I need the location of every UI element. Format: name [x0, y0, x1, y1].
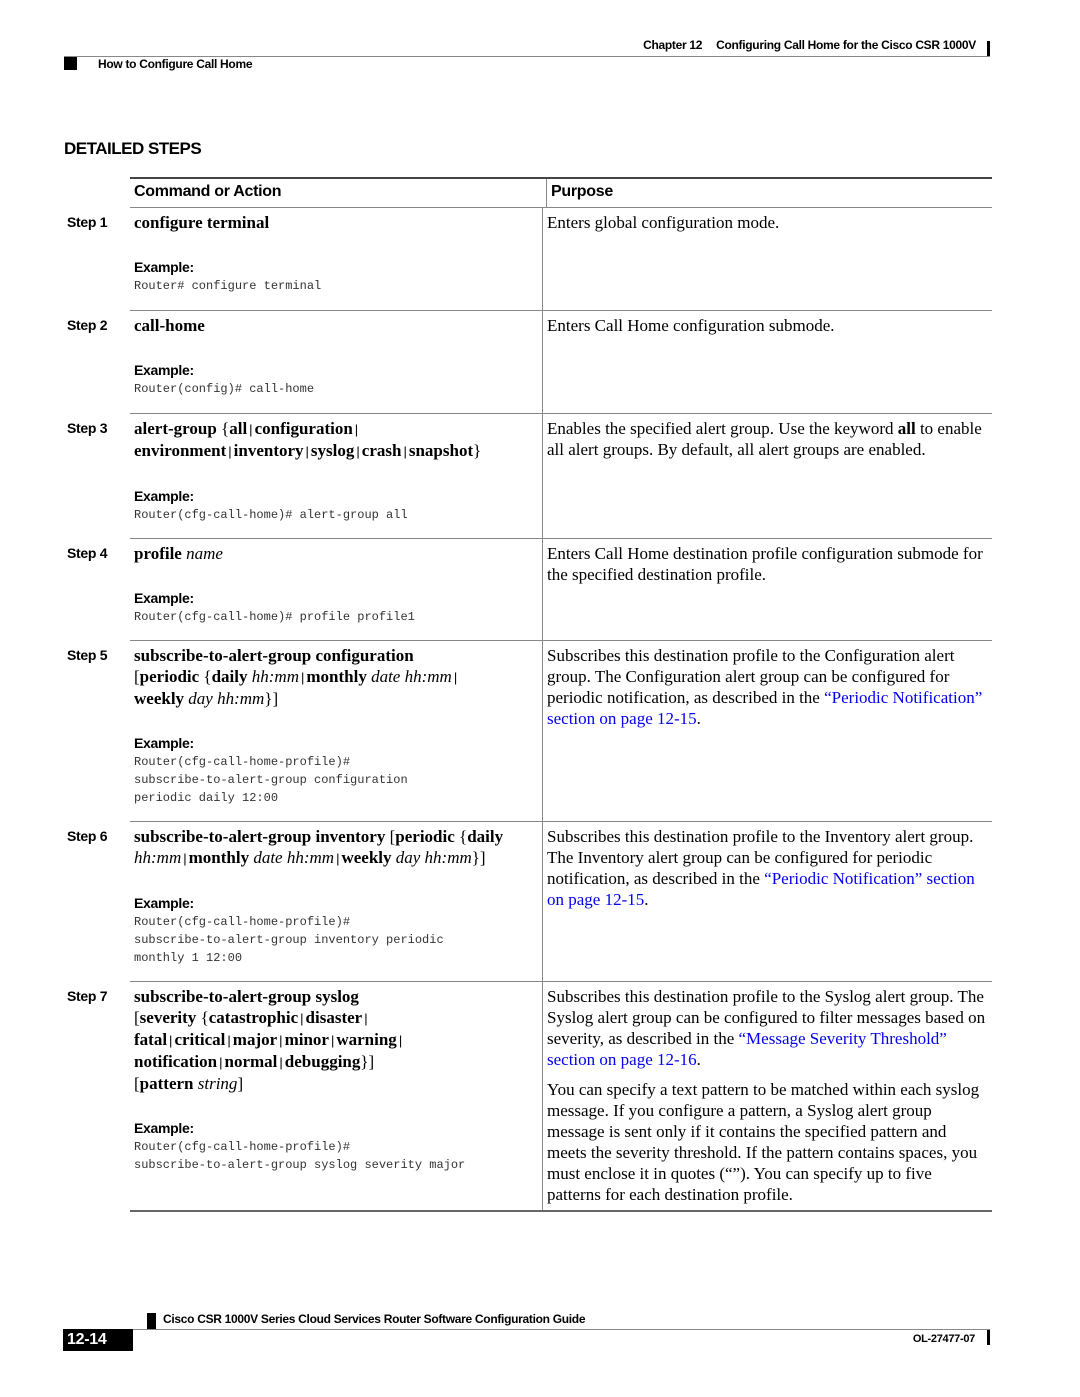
page-number: 12-14: [63, 1329, 133, 1351]
purpose-cell: Subscribes this destination profile to t…: [542, 982, 992, 1210]
example-label: Example:: [134, 362, 194, 378]
header-square-mark: [64, 57, 77, 70]
step-label: Step 6: [67, 828, 108, 844]
purpose-text: Subscribes this destination profile to t…: [547, 987, 986, 1069]
purpose-cell: Enters Call Home destination profile con…: [542, 539, 992, 640]
command-text: call-home: [134, 316, 205, 335]
table-row: Step 5 subscribe-to-alert-group configur…: [67, 641, 992, 822]
chapter-title: Configuring Call Home for the Cisco CSR …: [716, 38, 976, 52]
command-cell: alert-group {all | configuration | environme…: [130, 414, 542, 538]
example-label: Example:: [134, 735, 194, 751]
command-cell: call-home Example: Router(config)# call-…: [130, 311, 542, 413]
example-label: Example:: [134, 590, 194, 606]
example-code: Router(cfg-call-home)# alert-group all: [134, 508, 408, 522]
table-row: Step 3 alert-group {all | configuration | en…: [67, 414, 992, 539]
header-bar-mark: [987, 41, 990, 56]
command-text: subscribe-to-alert-group inventory [peri…: [134, 827, 504, 867]
step-label: Step 5: [67, 647, 108, 663]
example-code: Router(cfg-call-home-profile)# subscribe…: [134, 1140, 466, 1172]
purpose-cell: Subscribes this destination profile to t…: [542, 822, 992, 981]
table-header-row: Command or Action Purpose: [130, 179, 992, 208]
column-header-command: Command or Action: [134, 183, 282, 200]
step-label: Step 7: [67, 988, 108, 1004]
command-cell: subscribe-to-alert-group configuration [p…: [130, 641, 542, 821]
command-cell: subscribe-to-alert-group inventory [peri…: [130, 822, 542, 981]
chapter-number: Chapter 12: [643, 38, 703, 52]
document-id: OL-27477-07: [912, 1333, 975, 1345]
column-header-purpose: Purpose: [546, 179, 992, 207]
purpose-text: Enables the specified alert group. Use t…: [547, 419, 982, 459]
example-code: Router(cfg-call-home-profile)# subscribe…: [134, 915, 444, 965]
purpose-cell: Subscribes this destination profile to t…: [542, 641, 992, 821]
command-cell: subscribe-to-alert-group syslog [severity…: [130, 982, 542, 1210]
running-header-section: How to Configure Call Home: [98, 57, 253, 71]
table-row: Step 4 profile name Example: Router(cfg-…: [67, 539, 992, 641]
running-header-chapter: Chapter 12 Configuring Call Home for the …: [643, 38, 976, 52]
command-text: profile name: [134, 544, 223, 563]
footer-guide-title: Cisco CSR 1000V Series Cloud Services Ro…: [163, 1312, 586, 1326]
command-text: subscribe-to-alert-group syslog [severity…: [134, 987, 403, 1093]
footer-rule: [133, 1329, 990, 1330]
step-label: Step 4: [67, 545, 108, 561]
example-label: Example:: [134, 259, 194, 275]
example-code: Router(cfg-call-home)# profile profile1: [134, 610, 415, 624]
table-row: Step 1 configure terminal Example: Route…: [67, 208, 992, 311]
command-text: alert-group {all | configuration | environme…: [134, 419, 482, 460]
command-text: configure terminal: [134, 213, 270, 232]
example-code: Router# configure terminal: [134, 279, 322, 293]
step-label: Step 1: [67, 214, 108, 230]
steps-table: Command or Action Purpose Step 1 configu…: [67, 177, 992, 1212]
purpose-text: Enters Call Home configuration submode.: [547, 316, 835, 335]
purpose-cell: Enters Call Home configuration submode.: [542, 311, 992, 413]
purpose-text-pattern: You can specify a text pattern to be mat…: [547, 1080, 980, 1204]
table-row: Step 6 subscribe-to-alert-group inventor…: [67, 822, 992, 982]
example-label: Example:: [134, 1120, 194, 1136]
example-label: Example:: [134, 895, 194, 911]
step-label: Step 2: [67, 317, 108, 333]
example-code: Router(config)# call-home: [134, 382, 315, 396]
purpose-cell: Enables the specified alert group. Use t…: [542, 414, 992, 538]
example-code: Router(cfg-call-home-profile)# subscribe…: [134, 755, 408, 805]
footer-square-mark: [147, 1313, 156, 1329]
purpose-text: Subscribes this destination profile to t…: [547, 827, 975, 909]
command-cell: profile name Example: Router(cfg-call-ho…: [130, 539, 542, 640]
table-row: Step 2 call-home Example: Router(config)…: [67, 311, 992, 414]
purpose-text: Enters Call Home destination profile con…: [547, 544, 983, 584]
footer-bar-mark: [987, 1330, 990, 1345]
purpose-cell: Enters global configuration mode.: [542, 208, 992, 310]
section-title: DETAILED STEPS: [64, 139, 202, 158]
purpose-text: Enters global configuration mode.: [547, 213, 780, 232]
command-cell: configure terminal Example: Router# conf…: [130, 208, 542, 310]
table-row: Step 7 subscribe-to-alert-group syslog [s…: [67, 982, 992, 1212]
example-label: Example:: [134, 488, 194, 504]
step-label: Step 3: [67, 420, 108, 436]
command-text: subscribe-to-alert-group configuration [p…: [134, 646, 458, 708]
purpose-text: Subscribes this destination profile to t…: [547, 646, 983, 728]
